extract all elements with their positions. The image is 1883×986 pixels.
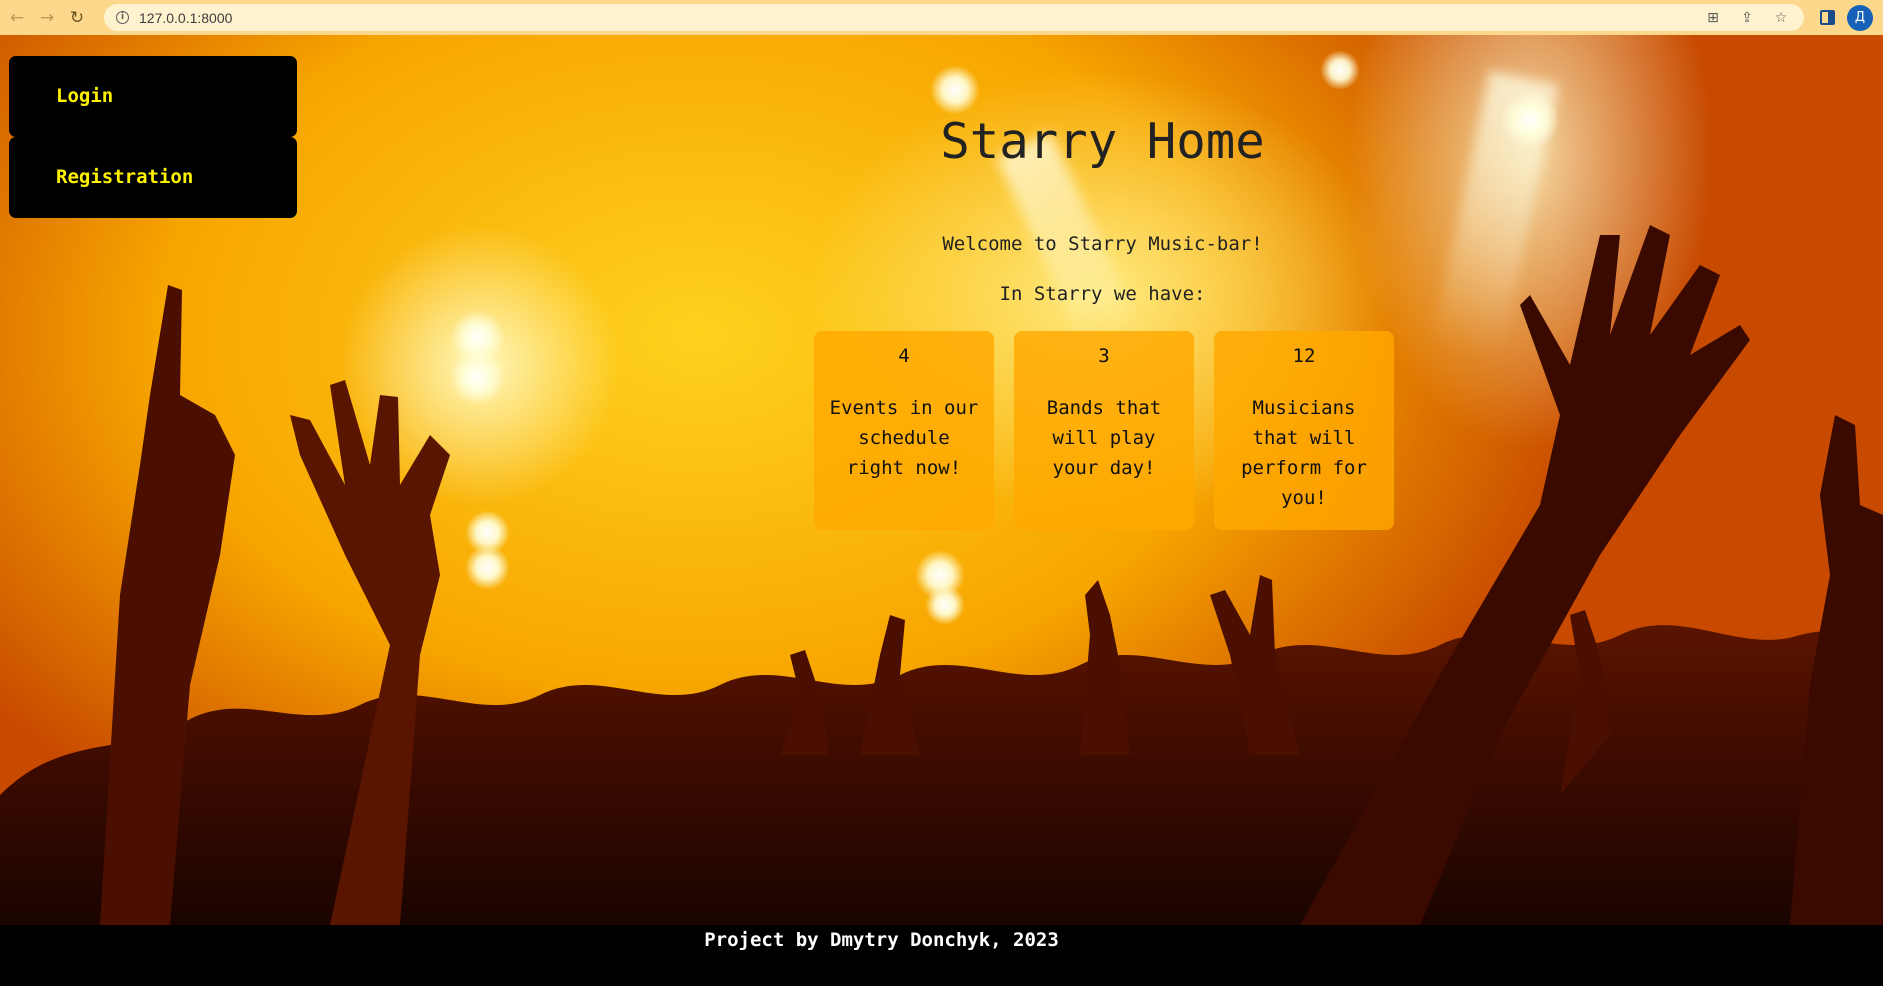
arrow-left-icon: ←	[9, 7, 25, 28]
side-panel-icon[interactable]	[1820, 10, 1835, 25]
profile-avatar[interactable]: Д	[1847, 4, 1873, 31]
stat-number: 3	[1098, 345, 1110, 367]
stat-number: 12	[1292, 345, 1316, 367]
translate-icon[interactable]: ⊞	[1704, 10, 1722, 26]
star-icon[interactable]: ☆	[1772, 10, 1790, 26]
login-link[interactable]: Login	[9, 56, 297, 137]
stat-label: Events in our schedule right now!	[829, 397, 979, 479]
forward-button[interactable]: →	[34, 5, 60, 31]
registration-link[interactable]: Registration	[9, 137, 297, 218]
welcome-text: Welcome to Starry Music-bar!	[942, 233, 1263, 255]
reload-icon: ↻	[69, 7, 85, 28]
info-icon[interactable]: i	[116, 11, 129, 24]
stat-label: Bands that will play your day!	[1046, 397, 1162, 479]
stat-card-events: 4 Events in our schedule right now!	[814, 331, 994, 530]
stat-card-musicians: 12 Musicians that will perform for you!	[1214, 331, 1394, 530]
back-button[interactable]: ←	[4, 5, 30, 31]
intro-text: In Starry we have:	[999, 283, 1206, 305]
stat-label: Musicians that will perform for you!	[1241, 397, 1367, 509]
reload-button[interactable]: ↻	[64, 5, 90, 31]
footer-text: Project by Dmytry Donchyk, 2023	[704, 929, 1059, 951]
page-title: Starry Home	[940, 113, 1265, 170]
stats-list: 4 Events in our schedule right now! 3 Ba…	[814, 331, 1394, 530]
stat-card-bands: 3 Bands that will play your day!	[1014, 331, 1194, 530]
share-icon[interactable]: ⇪	[1738, 10, 1756, 26]
page-background: Login Registration Starry Home Welcome t…	[0, 35, 1883, 925]
auth-menu: Login Registration	[9, 56, 297, 218]
arrow-right-icon: →	[39, 7, 55, 28]
footer: Project by Dmytry Donchyk, 2023	[0, 925, 1883, 986]
stat-number: 4	[898, 345, 910, 367]
address-bar[interactable]: i 127.0.0.1:8000 ⊞ ⇪ ☆	[104, 4, 1804, 31]
browser-toolbar: ← → ↻ i 127.0.0.1:8000 ⊞ ⇪ ☆ Д	[0, 0, 1883, 35]
url-text[interactable]: 127.0.0.1:8000	[139, 10, 232, 26]
